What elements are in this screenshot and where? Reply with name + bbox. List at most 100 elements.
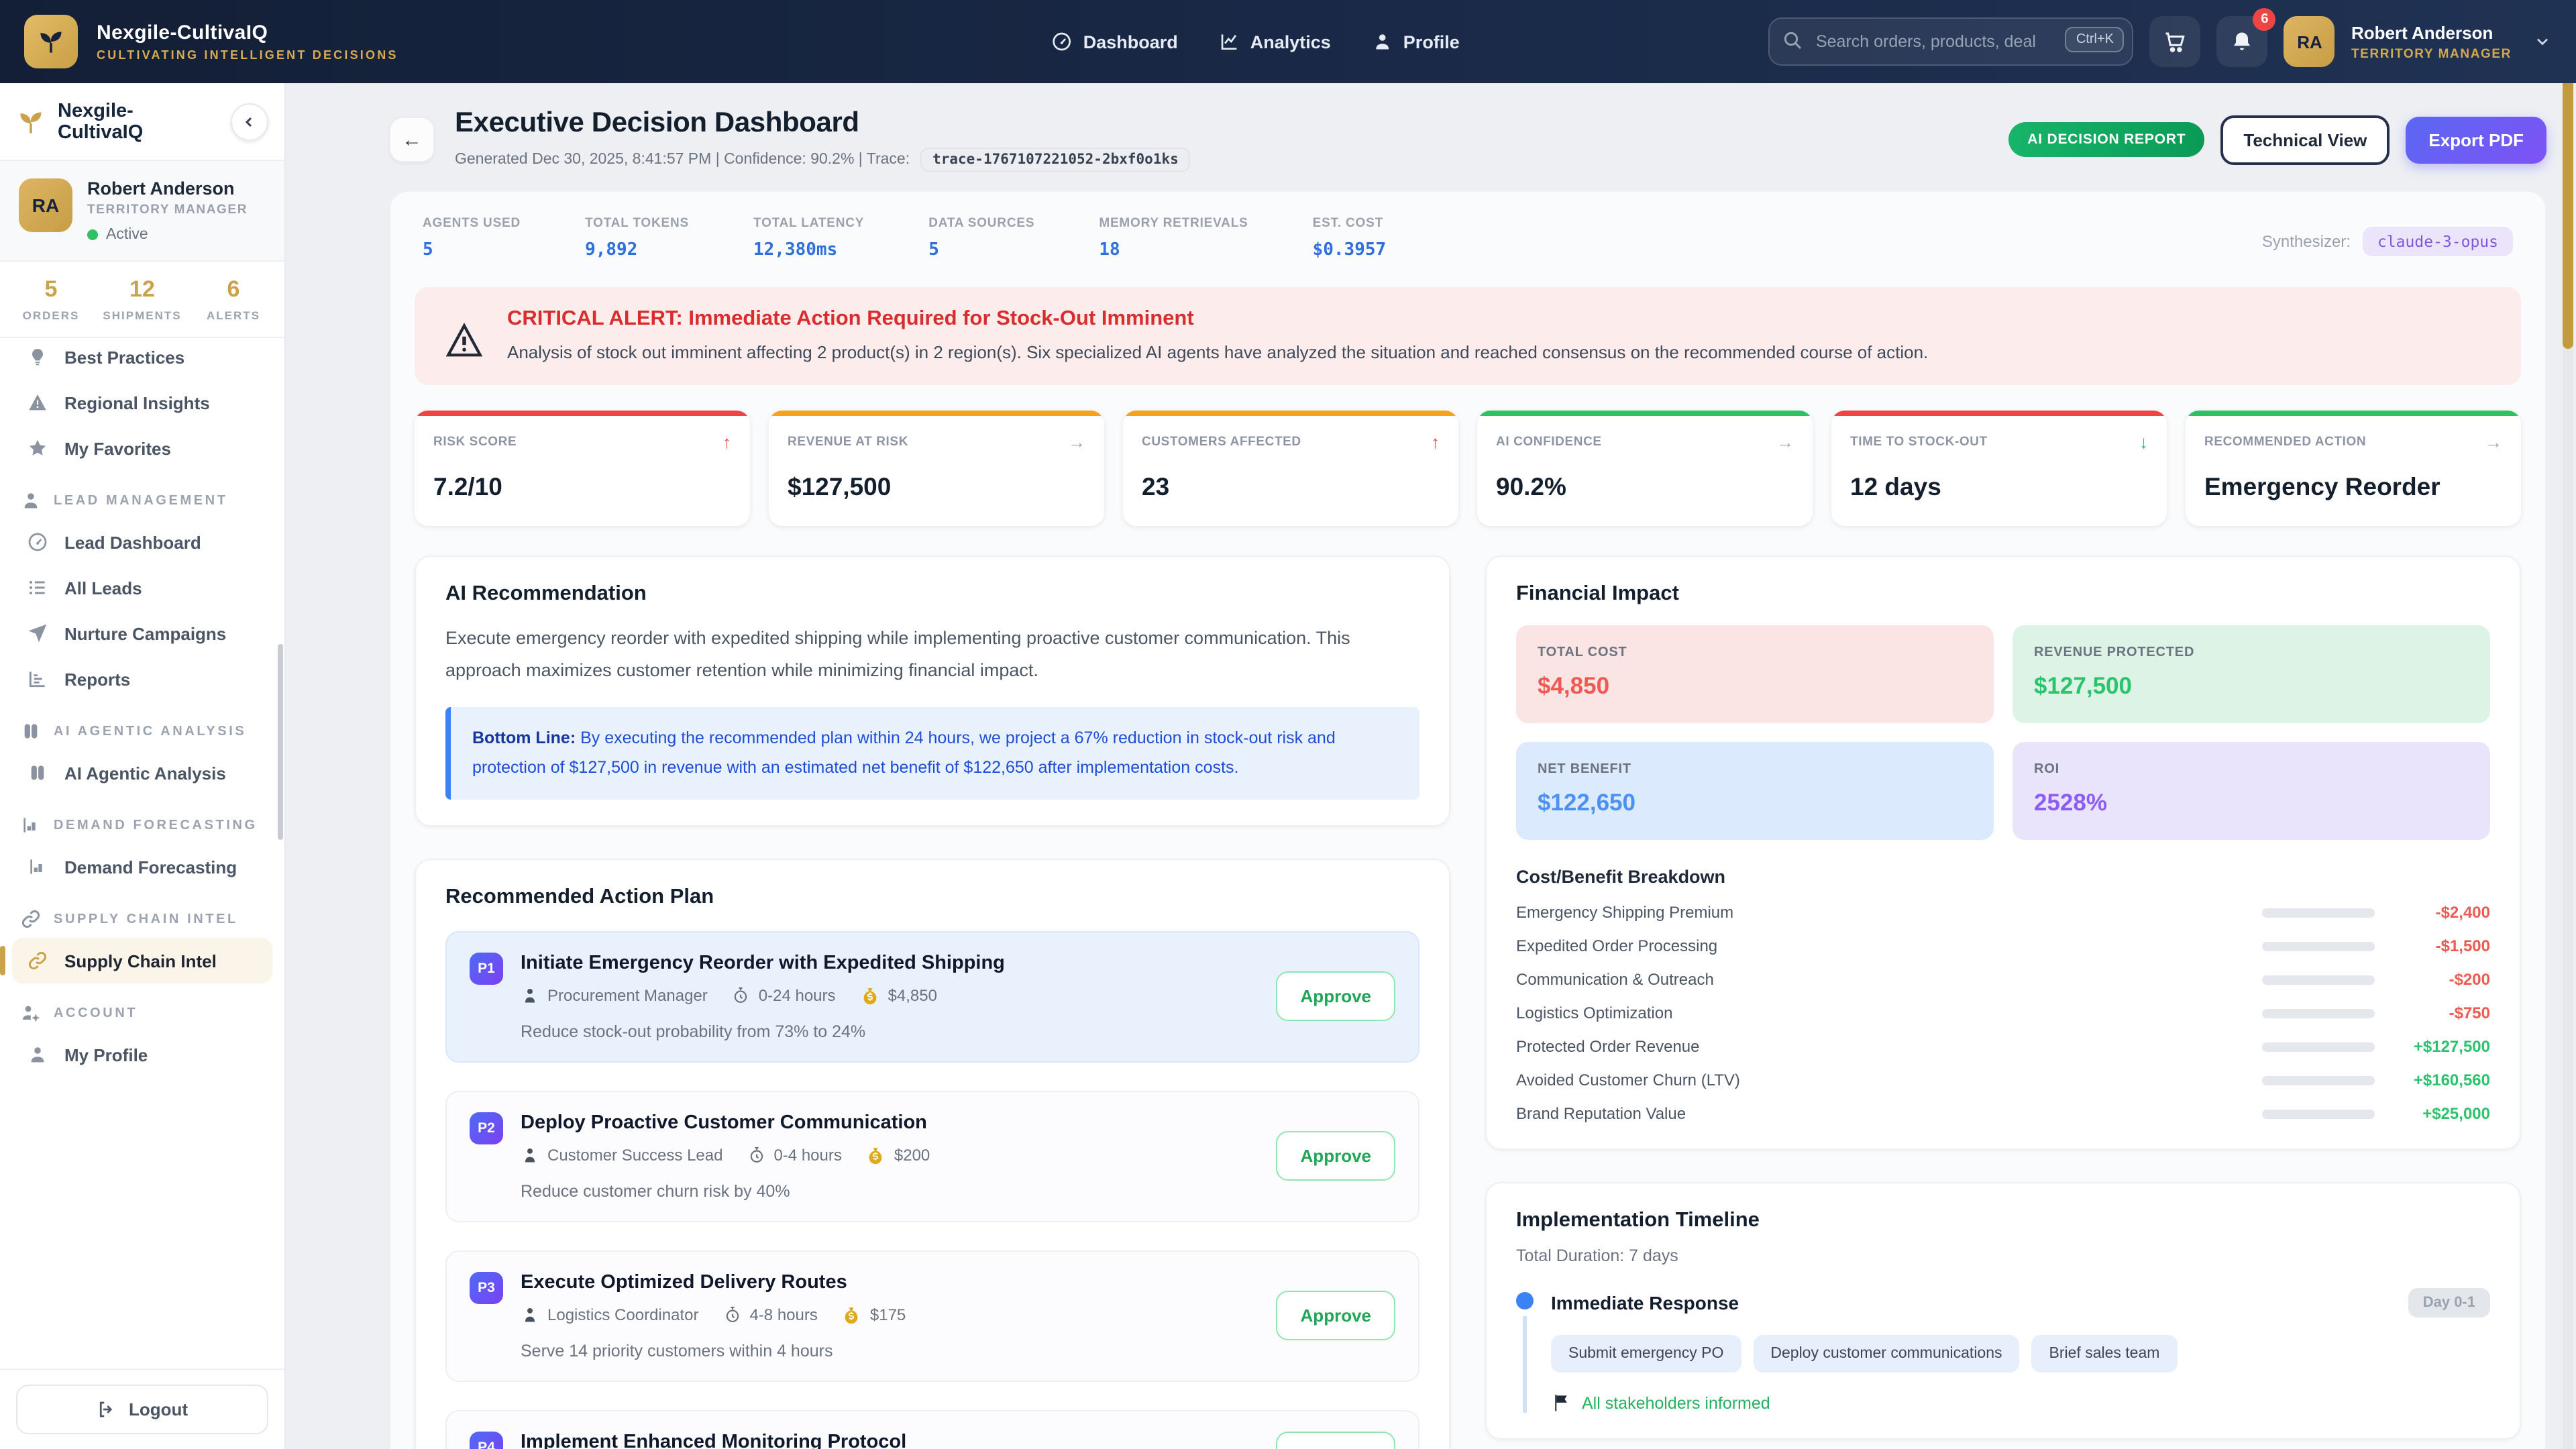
notifications-button[interactable]: 6 — [2217, 16, 2268, 67]
sidebar: Nexgile-CultivaIQ RA Robert Anderson TER… — [0, 83, 286, 1449]
back-button[interactable]: ← — [389, 117, 435, 162]
user-avatar[interactable]: RA — [2284, 16, 2335, 67]
sidebar-item-lead-dashboard[interactable]: Lead Dashboard — [12, 519, 272, 565]
sidebar-item-supply-chain-intel[interactable]: Supply Chain Intel — [12, 938, 272, 983]
brand-subtitle: CULTIVATING INTELLIGENT DECISIONS — [97, 48, 398, 62]
notification-badge: 6 — [2253, 8, 2276, 31]
metric-value: 12 days — [1850, 472, 2148, 502]
sidebar-item-regional-insights[interactable]: Regional Insights — [12, 380, 272, 425]
action-duration: 4-8 hours — [722, 1306, 817, 1325]
section-label: SUPPLY CHAIN INTEL — [54, 912, 238, 926]
trend-arrow-icon: ↓ — [2139, 432, 2148, 452]
chevron-down-icon[interactable] — [2533, 32, 2552, 51]
metric-card-customers-affected: CUSTOMERS AFFECTED↑23 — [1123, 411, 1458, 526]
nav-item-analytics[interactable]: Analytics — [1218, 31, 1331, 52]
breakdown-label: Brand Reputation Value — [1516, 1104, 2251, 1123]
logout-button[interactable]: Logout — [16, 1385, 268, 1434]
sidebar-scrollbar[interactable] — [278, 644, 283, 840]
metric-label: RECOMMENDED ACTION — [2204, 435, 2366, 449]
technical-view-button[interactable]: Technical View — [2220, 115, 2390, 164]
sidebar-section-lead-management: LEAD MANAGEMENT — [12, 471, 272, 519]
cost-benefit-row: Brand Reputation Value+$25,000 — [1516, 1104, 2490, 1123]
cart-icon — [2163, 30, 2188, 54]
financial-tile-revenue-protected: REVENUE PROTECTED$127,500 — [2012, 625, 2490, 723]
avatar-initials: RA — [32, 195, 59, 216]
metric-cards-row: RISK SCORE↑7.2/10REVENUE AT RISK→$127,50… — [415, 411, 2521, 526]
nav-item-profile[interactable]: Profile — [1371, 31, 1460, 52]
action-desc: Serve 14 priority customers within 4 hou… — [521, 1342, 1259, 1360]
list-icon — [27, 577, 48, 598]
sidebar-item-label: Reports — [64, 669, 130, 689]
breakdown-bar-track — [2262, 941, 2375, 951]
run-stat-data-sources: DATA SOURCES5 — [928, 216, 1034, 260]
user-role: TERRITORY MANAGER — [87, 203, 248, 217]
run-stat-label: MEMORY RETRIEVALS — [1099, 216, 1248, 231]
priority-badge: P1 — [470, 953, 503, 985]
ai-decision-report-badge: AI DECISION REPORT — [2008, 122, 2204, 157]
approve-button[interactable]: Approve — [1277, 1132, 1395, 1181]
gauge-icon — [27, 531, 48, 553]
run-stat-label: EST. COST — [1313, 216, 1387, 231]
export-pdf-button[interactable]: Export PDF — [2406, 116, 2546, 163]
breakdown-label: Communication & Outreach — [1516, 970, 2251, 989]
action-owner: Customer Success Lead — [521, 1146, 722, 1165]
cost-benefit-row: Logistics Optimization-$750 — [1516, 1004, 2490, 1022]
approve-button[interactable]: Approve — [1277, 972, 1395, 1022]
approve-button[interactable]: Approve — [1277, 1432, 1395, 1449]
breakdown-bar-track — [2262, 975, 2375, 984]
user-icon — [20, 490, 42, 511]
user-info[interactable]: Robert Anderson TERRITORY MANAGER — [2351, 22, 2512, 61]
card-title: Implementation Timeline — [1516, 1209, 2490, 1233]
page-scrollbar-thumb[interactable] — [2563, 83, 2573, 349]
stat-label: SHIPMENTS — [97, 309, 188, 322]
cost-benefit-rows: Emergency Shipping Premium-$2,400Expedit… — [1516, 903, 2490, 1123]
sidebar-item-nurture-campaigns[interactable]: Nurture Campaigns — [12, 610, 272, 656]
action-title: Execute Optimized Delivery Routes — [521, 1272, 1259, 1293]
sidebar-item-my-profile[interactable]: My Profile — [12, 1032, 272, 1077]
tile-label: NET BENEFIT — [1538, 762, 1972, 777]
seedling-icon — [36, 27, 66, 56]
sidebar-item-best-practices[interactable]: Best Practices — [12, 334, 272, 380]
action-title: Implement Enhanced Monitoring Protocol — [521, 1432, 1259, 1449]
sidebar-item-my-favorites[interactable]: My Favorites — [12, 425, 272, 471]
sidebar-section-account: ACCOUNT — [12, 983, 272, 1032]
action-cost: $175 — [842, 1305, 906, 1326]
brand-logo — [24, 15, 78, 68]
sidebar-item-label: My Favorites — [64, 438, 171, 458]
sidebar-item-demand-forecasting[interactable]: Demand Forecasting — [12, 844, 272, 890]
run-stat-label: AGENTS USED — [423, 216, 521, 231]
sidebar-item-all-leads[interactable]: All Leads — [12, 565, 272, 610]
tile-label: TOTAL COST — [1538, 645, 1972, 660]
nav-item-label: Analytics — [1250, 32, 1331, 52]
approve-button[interactable]: Approve — [1277, 1291, 1395, 1341]
metric-label: CUSTOMERS AFFECTED — [1142, 435, 1301, 449]
cart-button[interactable] — [2150, 16, 2201, 67]
sidebar-item-ai-agentic-analysis[interactable]: AI Agentic Analysis — [12, 750, 272, 796]
financial-impact-card: Financial Impact TOTAL COST$4,850REVENUE… — [1485, 555, 2521, 1150]
phase-line — [1523, 1316, 1527, 1413]
sidebar-item-label: Supply Chain Intel — [64, 951, 217, 971]
star-icon — [27, 437, 48, 459]
run-stat-value: 9,892 — [585, 240, 689, 260]
nav-item-dashboard[interactable]: Dashboard — [1051, 31, 1178, 52]
two-column-layout: AI Recommendation Execute emergency reor… — [415, 555, 2521, 1449]
stat-label: ORDERS — [5, 309, 97, 322]
main-content: ← Executive Decision Dashboard Generated… — [286, 83, 2576, 1449]
sidebar-item-reports[interactable]: Reports — [12, 656, 272, 702]
synthesizer-label: Synthesizer: — [2262, 232, 2351, 251]
breakdown-amount: -$1,500 — [2394, 936, 2490, 955]
sidebar-user-card: RA Robert Anderson TERRITORY MANAGER Act… — [0, 161, 284, 262]
sidebar-collapse-button[interactable] — [231, 103, 268, 140]
cost-benefit-row: Protected Order Revenue+$127,500 — [1516, 1037, 2490, 1056]
breakdown-label: Expedited Order Processing — [1516, 936, 2251, 955]
sidebar-menu: Best PracticesRegional Insights My Favori… — [0, 329, 284, 1368]
phase-dot-icon — [1516, 1292, 1534, 1309]
phase-tasks: Submit emergency PODeploy customer commu… — [1551, 1335, 2490, 1373]
breakdown-bar-track — [2262, 1042, 2375, 1051]
action-duration: 0-24 hours — [732, 987, 836, 1006]
metric-accent-bar — [1831, 411, 2167, 416]
recommendation-body: Execute emergency reorder with expedited… — [445, 623, 1419, 686]
cost-benefit-row: Avoided Customer Churn (LTV)+$160,560 — [1516, 1071, 2490, 1089]
metric-value: $127,500 — [788, 472, 1085, 502]
sidebar-item-label: Demand Forecasting — [64, 857, 237, 877]
